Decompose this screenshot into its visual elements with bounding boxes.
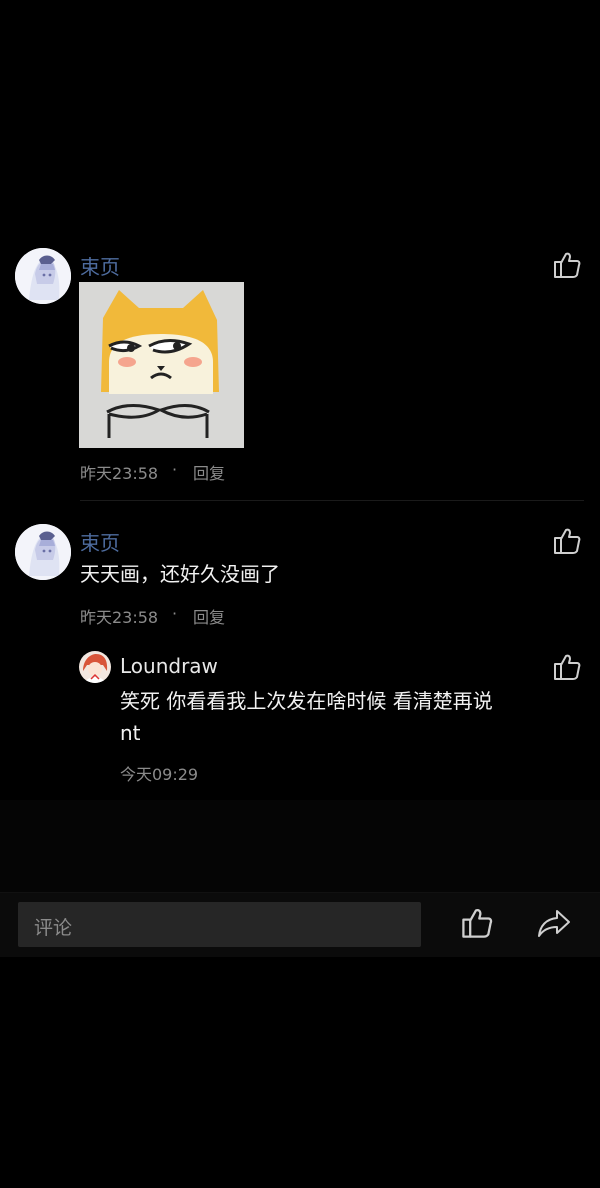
reply-button[interactable]: 回复 — [193, 460, 225, 484]
avatar[interactable] — [15, 248, 71, 304]
separator-dot: · — [172, 604, 178, 623]
separator-dot: · — [172, 460, 178, 479]
reply-time: 今天09:29 — [120, 765, 199, 784]
comment-time: 昨天23:58 — [80, 464, 159, 483]
share-icon[interactable] — [537, 908, 571, 938]
thumbs-up-icon[interactable] — [460, 906, 494, 940]
reply-button[interactable]: 回复 — [193, 604, 225, 628]
reply-text-line1: 笑死 你看看我上次发在啥时候 看清楚再说 — [120, 689, 493, 713]
shiba-sticker[interactable] — [79, 282, 244, 448]
list-end-area — [0, 800, 600, 892]
thumbs-up-icon[interactable] — [552, 652, 582, 682]
avatar[interactable] — [15, 524, 71, 580]
avatar[interactable] — [79, 651, 111, 683]
comment-text: 天天画，还好久没画了 — [80, 562, 280, 586]
comment-input[interactable]: 评论 — [18, 902, 421, 947]
thumbs-up-icon[interactable] — [552, 250, 582, 280]
username[interactable]: 束页 — [80, 527, 120, 556]
divider — [80, 500, 584, 501]
username[interactable]: 束页 — [80, 251, 120, 280]
reply-text-line2: nt — [120, 721, 141, 745]
reply-username[interactable]: Loundraw — [120, 654, 218, 678]
comment-time: 昨天23:58 — [80, 608, 159, 627]
comment-input-placeholder: 评论 — [34, 917, 73, 939]
thumbs-up-icon[interactable] — [552, 526, 582, 556]
